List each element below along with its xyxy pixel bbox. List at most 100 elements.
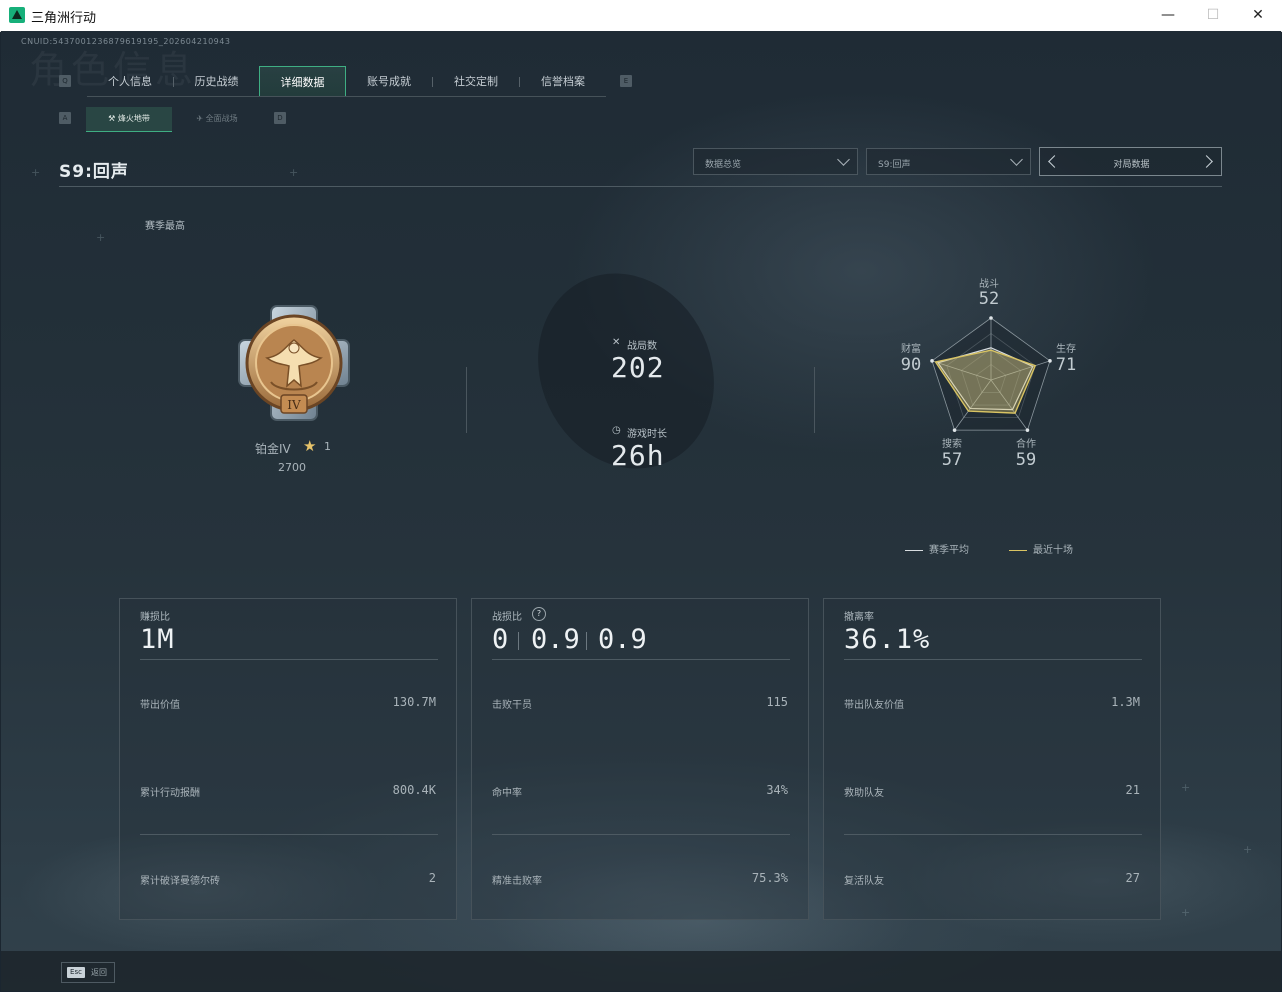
radar-value-wealth: 90 — [900, 355, 922, 375]
divider — [140, 834, 438, 835]
divider — [492, 659, 790, 660]
legend-season-average: 赛季平均 — [905, 541, 969, 556]
row-label: 精准击败率 — [492, 876, 542, 887]
season-dropdown[interactable]: S9:回声 — [866, 148, 1031, 175]
bottom-bar — [1, 951, 1281, 991]
row-label: 复活队友 — [844, 876, 884, 887]
match-data-pager: 对局数据 — [1039, 147, 1222, 176]
playtime-label: 游戏时长 — [627, 429, 667, 440]
card-main-value: 1M — [140, 624, 175, 655]
app-logo-icon — [9, 7, 25, 23]
maximize-button[interactable]: ☐ — [1190, 2, 1236, 28]
svg-text:IV: IV — [287, 398, 301, 412]
subtab-warfare[interactable]: ✈ 全面战场 — [174, 107, 260, 131]
row-value: 27 — [1125, 871, 1140, 885]
subtab-label: 全面战场 — [205, 114, 238, 123]
radar-label-cooperation: 合作 — [1016, 439, 1036, 450]
divider — [844, 834, 1142, 835]
row-label: 带出价值 — [140, 700, 180, 711]
legend-swatch — [1009, 549, 1027, 551]
player-uid: CNUID:5437001236879619195_202604210943 — [21, 37, 231, 46]
hazard-zone-icon: ⚒ — [108, 114, 118, 123]
radar-label-wealth: 财富 — [901, 344, 921, 355]
season-title: S9:回声 — [59, 162, 129, 182]
clock-icon: ◷ — [612, 425, 621, 436]
radar-value-combat: 52 — [978, 289, 1000, 309]
kd-ratio-value: 0.9 — [598, 624, 647, 655]
radar-label-search: 搜索 — [942, 439, 962, 450]
kd-ratio-value: 0.9 — [531, 624, 580, 655]
back-button[interactable]: Esc 返回 — [61, 962, 115, 983]
window-title: 三角洲行动 — [31, 11, 97, 26]
radar-vertex-dot — [989, 316, 993, 320]
crossed-swords-icon: ✕ — [612, 337, 621, 348]
matches-label: 战局数 — [627, 341, 657, 352]
radar-vertex-dot — [952, 428, 957, 432]
divider — [814, 367, 815, 433]
legend-swatch — [905, 549, 923, 551]
divider — [59, 186, 1222, 187]
tab-social[interactable]: 社交定制 — [433, 66, 519, 97]
close-button[interactable]: ✕ — [1235, 2, 1281, 28]
decor-cross: + — [96, 231, 106, 244]
tab-match-history[interactable]: 历史战绩 — [174, 66, 259, 97]
row-value: 115 — [766, 695, 788, 709]
tab-achievements[interactable]: 账号成就 — [346, 66, 432, 97]
tab-prev-key[interactable]: Q — [59, 75, 71, 87]
decor-cross: + — [31, 166, 41, 179]
tab-next-key[interactable]: E — [620, 75, 632, 87]
row-value: 75.3% — [751, 871, 788, 885]
chevron-down-icon — [837, 153, 850, 166]
pager-label: 对局数据 — [1113, 160, 1150, 170]
decor-cross: + — [1243, 843, 1253, 856]
tab-credit[interactable]: 信誉档案 — [520, 66, 606, 97]
radar-vertex-dot — [1025, 428, 1030, 432]
row-label: 累计行动报酬 — [140, 788, 200, 799]
radar-value-search: 57 — [941, 450, 963, 470]
decor-cross: + — [1181, 906, 1191, 919]
kd-ratio-value: 0 — [492, 624, 509, 655]
radar-label-survival: 生存 — [1056, 344, 1076, 355]
minimize-button[interactable]: — — [1145, 2, 1191, 28]
legend-label: 赛季平均 — [929, 545, 969, 556]
rank-medal-icon: IV — [238, 305, 350, 421]
esc-key-hint: Esc — [67, 967, 85, 978]
divider — [466, 367, 467, 433]
playtime-value: 26h — [611, 439, 665, 472]
rank-score: 2700 — [278, 461, 306, 474]
tab-detailed-data[interactable]: 详细数据 — [259, 66, 346, 97]
season-best-label: 赛季最高 — [145, 221, 185, 232]
card-title: 赚损比 — [140, 612, 170, 623]
rank-stars: 1 — [324, 440, 331, 453]
row-value: 21 — [1125, 783, 1140, 797]
decor-cross: + — [289, 166, 299, 179]
help-icon[interactable]: ? — [532, 607, 546, 621]
tab-personal-info[interactable]: 个人信息 — [87, 66, 173, 97]
card-title: 撤离率 — [844, 612, 874, 623]
radar-label-combat: 战斗 — [979, 279, 999, 290]
profit-ratio-card: 赚损比 1M 带出价值 130.7M 累计行动报酬 800.4K 累计破译曼德尔… — [119, 598, 457, 920]
subtab-hazard-zone[interactable]: ⚒ 烽火地带 — [86, 107, 172, 132]
extraction-rate-card: 撤离率 36.1% 带出队友价值 1.3M 救助队友 21 复活队友 27 — [823, 598, 1161, 920]
row-label: 命中率 — [492, 788, 522, 799]
legend-recent-ten: 最近十场 — [1009, 541, 1073, 556]
subtab-prev-key[interactable]: A — [59, 112, 71, 124]
row-label: 击败干员 — [492, 700, 532, 711]
row-label: 带出队友价值 — [844, 700, 904, 711]
divider — [518, 632, 519, 650]
overview-dropdown[interactable]: 数据总览 — [693, 148, 858, 175]
divider — [492, 834, 790, 835]
dropdown-value: S9:回声 — [878, 160, 911, 170]
radar-value-survival: 71 — [1055, 355, 1077, 375]
row-value: 800.4K — [392, 783, 436, 797]
card-main-value: 36.1% — [844, 624, 931, 655]
row-value: 1.3M — [1111, 695, 1140, 709]
dropdown-value: 数据总览 — [705, 160, 742, 170]
rank-name: 铂金IV — [255, 442, 291, 456]
game-viewport: 角色信息 CNUID:5437001236879619195_202604210… — [1, 31, 1281, 991]
subtab-next-key[interactable]: D — [274, 112, 286, 124]
matches-value: 202 — [611, 351, 665, 384]
radar-chart — [930, 316, 1052, 432]
divider — [586, 632, 587, 650]
window-titlebar: 三角洲行动 — ☐ ✕ — [0, 0, 1282, 32]
